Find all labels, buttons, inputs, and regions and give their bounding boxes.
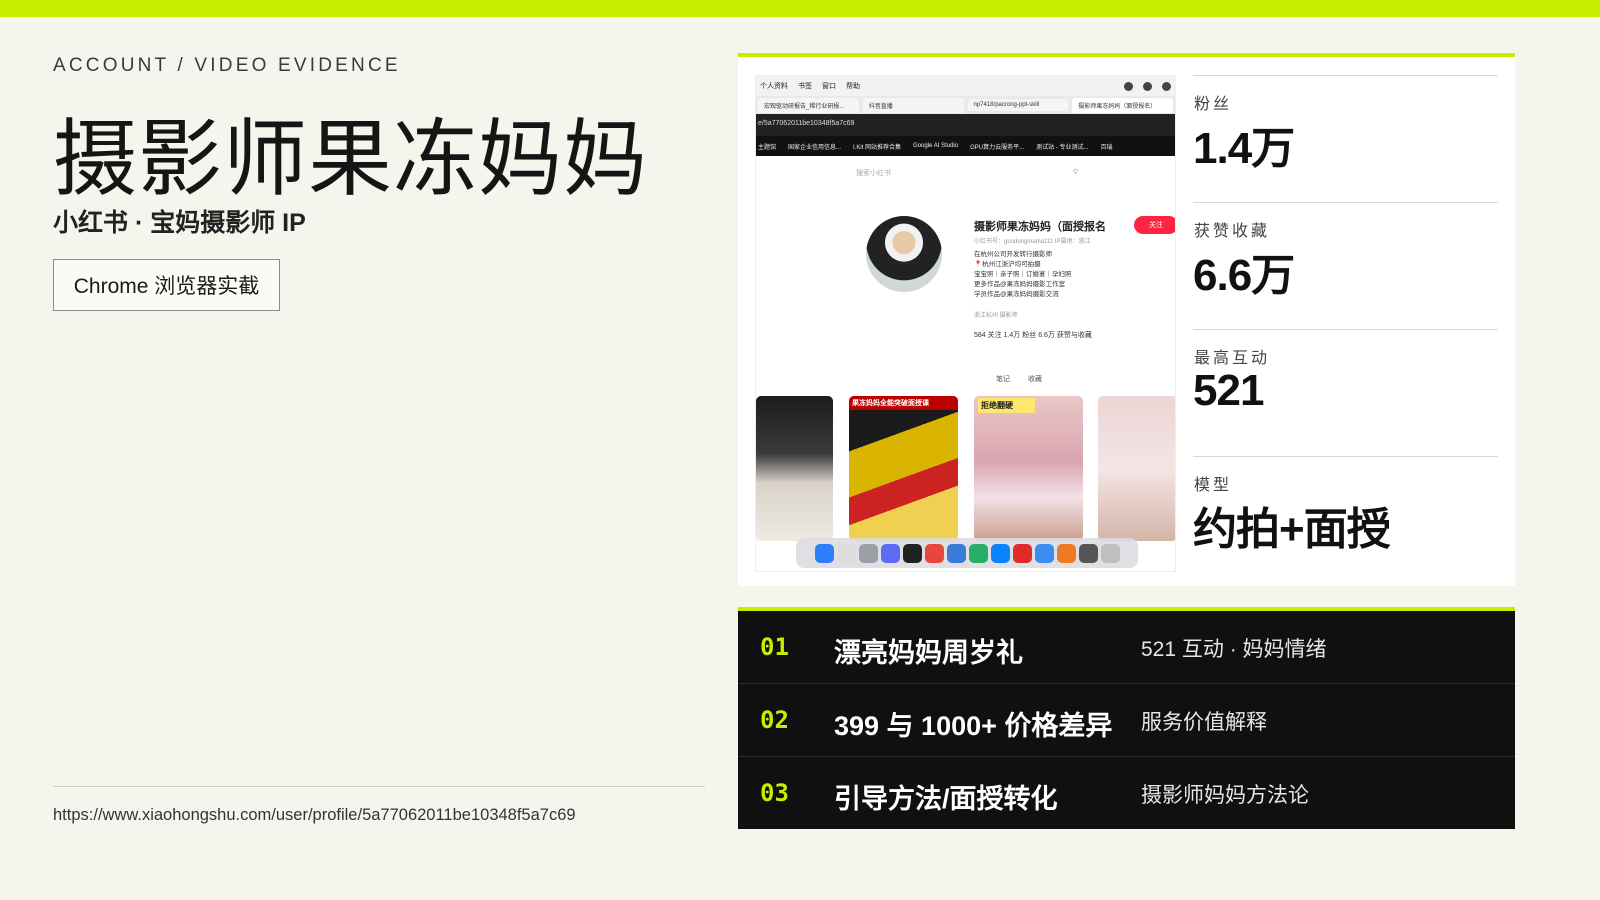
stat-value: 6.6万	[1193, 251, 1295, 300]
search-bar[interactable]: 搜索小红书 ⚲	[856, 168, 1078, 178]
bookmark-item[interactable]: Google AI Studio	[913, 143, 958, 149]
menu-item[interactable]: 帮助	[846, 81, 860, 91]
search-icon[interactable]: ⚲	[1073, 168, 1078, 178]
app-icon[interactable]	[1034, 543, 1054, 563]
app-icon[interactable]	[990, 543, 1010, 563]
stat-top-engagement: 最高互动 521	[1193, 329, 1498, 456]
stat-value: 约拍+面授	[1193, 505, 1391, 554]
bio-line: 更多作品@果冻妈妈摄影工作室	[974, 281, 1066, 288]
bookmark-item[interactable]: 国家企业信用信息...	[788, 142, 841, 151]
page-subtitle: 小红书 · 宝妈摄影师 IP	[53, 209, 306, 237]
chrome-icon[interactable]	[1124, 81, 1133, 91]
bio-line: 宝宝照｜亲子照｜订婚宴｜孕妇照	[974, 271, 1072, 278]
note-thumbnail[interactable]	[1098, 396, 1175, 541]
bookmark-item[interactable]: 百瑞	[1100, 142, 1112, 151]
address-bar[interactable]: e/5a77062011be10348f5a7c69	[756, 114, 1175, 136]
system-settings-icon[interactable]	[858, 543, 878, 563]
search-placeholder: 搜索小红书	[856, 170, 891, 177]
page-title: 摄影师果冻妈妈	[53, 112, 649, 206]
tab-notes[interactable]: 笔记	[996, 374, 1010, 384]
stat-value: 1.4万	[1193, 124, 1295, 173]
browser-tab-active[interactable]: 摄影师果冻妈妈（面授报名）	[1072, 97, 1173, 113]
menu-item[interactable]: 个人资料	[760, 81, 788, 91]
browser-tab[interactable]: 抖音直播	[862, 97, 964, 113]
item-description: 521 互动 · 妈妈情绪	[1141, 638, 1327, 661]
stat-followers: 粉丝 1.4万	[1193, 75, 1498, 202]
stat-label: 模型	[1194, 477, 1233, 494]
item-number: 03	[760, 779, 789, 807]
eyebrow-label: ACCOUNT / VIDEO EVIDENCE	[53, 55, 401, 76]
wps-icon[interactable]	[1012, 543, 1032, 563]
finder-icon[interactable]	[814, 543, 834, 563]
item-title: 漂亮妈妈周岁礼	[834, 638, 1023, 668]
item-title: 引导方法/面授转化	[834, 784, 1058, 814]
bookmark-item[interactable]: I.Kit 网站推荐合集	[853, 142, 901, 151]
app-icon[interactable]	[1056, 543, 1076, 563]
note-thumb-label: 果冻妈妈全能突破面授课	[849, 396, 958, 410]
trash-icon[interactable]	[1100, 543, 1120, 563]
control-center-icon[interactable]	[1162, 81, 1171, 91]
evidence-card: 个人资料 书签 窗口 帮助 宏观驱动研报告_稀行业研报... 抖音直播 np74…	[738, 53, 1515, 586]
avatar[interactable]	[866, 216, 942, 292]
divider	[53, 786, 705, 787]
profile-id-line: 小红书号：guodongmama111 IP属地：浙江	[974, 239, 1091, 245]
note-thumbnail[interactable]: 拒绝翻硬	[974, 396, 1083, 541]
profile-stats: 584 关注 1.4万 粉丝 6.6万 获赞与收藏	[974, 332, 1092, 339]
list-item: 03 引导方法/面授转化 摄影师妈妈方法论	[738, 757, 1515, 830]
profile-name: 摄影师果冻妈妈（面授报名	[974, 221, 1106, 233]
wifi-icon[interactable]	[1143, 81, 1152, 91]
profile-bio: 在杭州公司开发转行摄影师 📍杭州江浙沪均可拍摄 宝宝照｜亲子照｜订婚宴｜孕妇照 …	[974, 250, 1072, 300]
profile-tabs: 笔记 收藏	[996, 374, 1042, 384]
launchpad-icon[interactable]	[836, 543, 856, 563]
app-icon[interactable]	[946, 543, 966, 563]
note-thumb-label: 拒绝翻硬	[978, 398, 1035, 413]
highlights-list: 01 漂亮妈妈周岁礼 521 互动 · 妈妈情绪 02 399 与 1000+ …	[738, 607, 1515, 829]
menu-item[interactable]: 窗口	[822, 81, 836, 91]
stat-likes-collects: 获赞收藏 6.6万	[1193, 202, 1498, 329]
notes-grid: 果冻妈妈全能突破面授课 拒绝翻硬	[756, 396, 1175, 541]
bookmark-item[interactable]: 主题馆	[758, 142, 776, 151]
list-item: 02 399 与 1000+ 价格差异 服务价值解释	[738, 684, 1515, 757]
item-number: 01	[760, 633, 789, 661]
item-description: 服务价值解释	[1141, 711, 1267, 734]
profile-location: 浙江杭州 摄影师	[974, 313, 1018, 319]
accent-top-bar	[0, 0, 1600, 17]
bio-line: 在杭州公司开发转行摄影师	[974, 251, 1052, 258]
follow-button[interactable]: 关注	[1134, 216, 1175, 234]
bookmark-item[interactable]: GPU算力云服务平...	[970, 142, 1024, 151]
bookmarks-bar: 主题馆 国家企业信用信息... I.Kit 网站推荐合集 Google AI S…	[756, 136, 1175, 156]
stat-label: 最高互动	[1194, 350, 1271, 367]
browser-tabs: 宏观驱动研报告_稀行业研报... 抖音直播 np7418/pacrong-ppt…	[756, 96, 1175, 114]
xiaohongshu-profile-page: 搜索小红书 ⚲ 摄影师果冻妈妈（面授报名 关注 小红书号：guodongmama…	[756, 156, 1175, 568]
terminal-icon[interactable]	[902, 543, 922, 563]
list-item: 01 漂亮妈妈周岁礼 521 互动 · 妈妈情绪	[738, 611, 1515, 684]
stat-label: 获赞收藏	[1194, 223, 1271, 240]
menu-item[interactable]: 书签	[798, 81, 812, 91]
stats-panel: 粉丝 1.4万 获赞收藏 6.6万 最高互动 521 模型 约拍+面授	[1193, 57, 1498, 590]
phone-mirror-icon[interactable]	[1078, 543, 1098, 563]
item-title: 399 与 1000+ 价格差异	[834, 711, 1113, 741]
item-description: 摄影师妈妈方法论	[1141, 784, 1309, 807]
stat-model: 模型 约拍+面授	[1193, 456, 1498, 583]
wechat-icon[interactable]	[968, 543, 988, 563]
stat-value: 521	[1193, 366, 1264, 415]
mac-menubar: 个人资料 书签 窗口 帮助	[756, 76, 1175, 96]
note-thumbnail[interactable]: 果冻妈妈全能突破面授课	[849, 396, 958, 541]
browser-tab[interactable]: 宏观驱动研报告_稀行业研报...	[758, 97, 859, 113]
macos-dock	[796, 538, 1138, 568]
tab-collect[interactable]: 收藏	[1028, 374, 1042, 384]
source-badge: Chrome 浏览器实截	[53, 259, 280, 311]
stat-label: 粉丝	[1194, 96, 1233, 113]
bio-line: 学员作品@果冻妈妈摄影交流	[974, 291, 1059, 298]
bookmark-item[interactable]: 测试站 - 专业测试...	[1036, 142, 1088, 151]
profile-url[interactable]: https://www.xiaohongshu.com/user/profile…	[53, 806, 576, 825]
item-number: 02	[760, 706, 789, 734]
note-thumbnail[interactable]	[756, 396, 833, 541]
browser-tab[interactable]: np7418/pacrong-ppt-skill	[967, 99, 1069, 111]
app-icon[interactable]	[880, 543, 900, 563]
chrome-icon[interactable]	[924, 543, 944, 563]
browser-screenshot: 个人资料 书签 窗口 帮助 宏观驱动研报告_稀行业研报... 抖音直播 np74…	[755, 75, 1176, 572]
bio-line: 📍杭州江浙沪均可拍摄	[974, 261, 1041, 268]
